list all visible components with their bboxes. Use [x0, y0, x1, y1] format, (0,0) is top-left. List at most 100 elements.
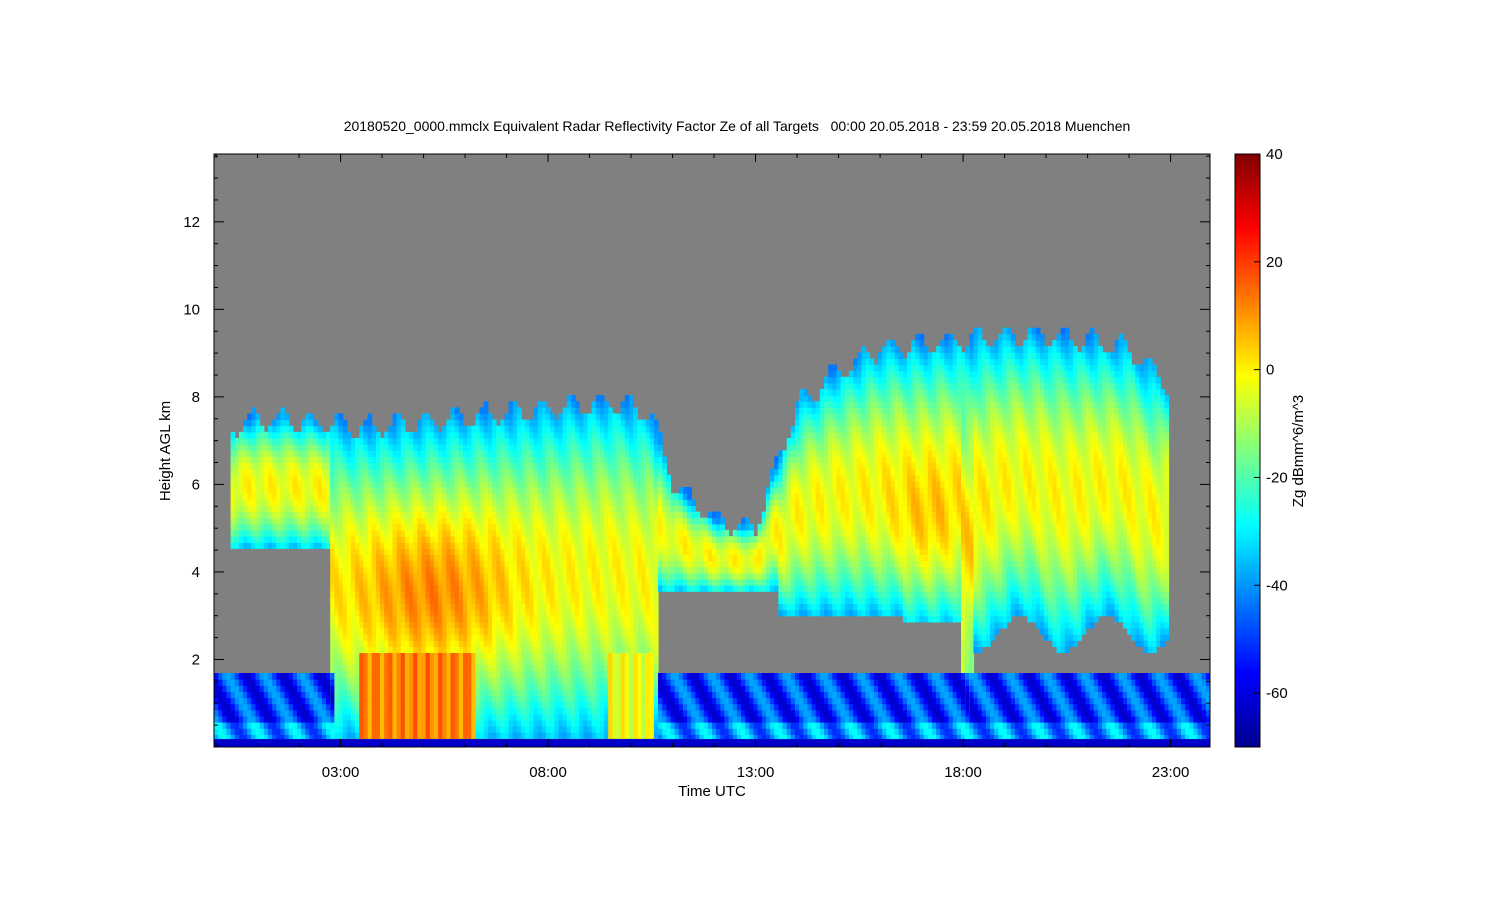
heatmap-cell	[604, 640, 609, 647]
heatmap-cell	[355, 689, 360, 696]
heatmap-cell	[259, 673, 265, 680]
heatmap-cell	[649, 677, 655, 684]
heatmap-cell	[616, 480, 622, 488]
heatmap-cell	[442, 609, 447, 617]
heatmap-cell	[529, 621, 535, 629]
heatmap-cell	[641, 603, 647, 611]
heatmap-cell	[330, 487, 335, 494]
heatmap-cell	[516, 701, 522, 709]
heatmap-cell	[629, 413, 634, 421]
heatmap-cell	[641, 652, 647, 660]
heatmap-cell	[653, 542, 659, 549]
heatmap-cell	[247, 462, 252, 470]
heatmap-cell	[280, 715, 286, 723]
heatmap-cell	[384, 634, 389, 641]
heatmap-cell	[321, 679, 327, 686]
heatmap-cell	[566, 536, 572, 543]
heatmap-cell	[516, 444, 522, 451]
heatmap-cell	[425, 529, 431, 537]
heatmap-cell	[500, 425, 505, 433]
heatmap-cell	[259, 728, 265, 735]
heatmap-cell	[533, 456, 539, 464]
heatmap-cell	[496, 591, 501, 598]
heatmap-cell	[433, 548, 439, 555]
heatmap-cell	[566, 591, 572, 598]
heatmap-cell	[243, 673, 248, 680]
heatmap-cell	[251, 474, 257, 482]
heatmap-cell	[429, 456, 435, 464]
heatmap-cell	[604, 560, 609, 568]
heatmap-cell	[475, 597, 481, 604]
heatmap-cell	[525, 560, 530, 568]
heatmap-cell	[433, 707, 439, 715]
heatmap-cell	[421, 726, 427, 733]
heatmap-cell	[521, 438, 526, 445]
heatmap-cell	[579, 572, 584, 580]
heatmap-cell	[608, 603, 613, 611]
heatmap-cell	[529, 450, 535, 457]
heatmap-cell	[554, 695, 559, 703]
heatmap-cell	[508, 646, 514, 653]
heatmap-cell	[645, 425, 651, 433]
heatmap-cell	[259, 536, 265, 543]
heatmap-cell	[450, 664, 456, 672]
heatmap-cell	[280, 474, 286, 482]
heatmap-cell	[467, 560, 472, 568]
heatmap-cell	[604, 456, 609, 464]
heatmap-cell	[587, 603, 593, 611]
heatmap-cell	[243, 523, 248, 531]
heatmap-cell	[396, 511, 402, 519]
heatmap-cell	[388, 468, 393, 476]
heatmap-cell	[280, 709, 286, 717]
heatmap-cell	[251, 691, 257, 699]
heatmap-cell	[326, 499, 331, 506]
heatmap-cell	[421, 609, 427, 617]
heatmap-cell	[413, 689, 418, 696]
heatmap-cell	[351, 444, 356, 451]
heatmap-cell	[508, 444, 514, 451]
heatmap-cell	[504, 652, 510, 660]
heatmap-cell	[243, 691, 248, 699]
heatmap-cell	[400, 646, 406, 653]
heatmap-cell	[637, 560, 642, 568]
heatmap-cell	[404, 529, 410, 537]
heatmap-cell	[404, 523, 410, 531]
heatmap-cell	[604, 566, 609, 574]
heatmap-cell	[633, 438, 638, 445]
radar-reflectivity-chart: 20180520_0000.mmclx Equivalent Radar Ref…	[157, 118, 1307, 800]
heatmap-cell	[521, 634, 526, 641]
heatmap-cell	[396, 554, 402, 562]
heatmap-cell	[537, 450, 543, 457]
heatmap-cell	[541, 701, 547, 709]
heatmap-cell	[533, 615, 539, 623]
heatmap-cell	[263, 456, 269, 464]
heatmap-cell	[284, 542, 290, 549]
heatmap-cell	[400, 726, 406, 733]
heatmap-cell	[604, 401, 609, 408]
heatmap-cell	[562, 499, 568, 506]
heatmap-cell	[595, 487, 601, 494]
heatmap-cell	[483, 695, 489, 703]
heatmap-cell	[541, 597, 547, 604]
heatmap-cell	[500, 695, 505, 703]
heatmap-cell	[496, 542, 501, 549]
heatmap-cell	[500, 554, 505, 562]
heatmap-cell	[616, 689, 622, 696]
heatmap-cell	[575, 615, 580, 623]
heatmap-cell	[371, 603, 377, 611]
heatmap-cell	[558, 572, 564, 580]
heatmap-cell	[367, 621, 373, 629]
heatmap-cell	[475, 578, 481, 586]
heatmap-cell	[492, 419, 497, 427]
heatmap-cell	[351, 652, 356, 660]
heatmap-cell	[334, 438, 340, 445]
heatmap-cell	[433, 450, 439, 457]
heatmap-cell	[421, 664, 427, 672]
heatmap-cell	[409, 585, 414, 592]
heatmap-cell	[384, 646, 389, 653]
heatmap-cell	[425, 726, 431, 733]
heatmap-cell	[400, 487, 406, 494]
heatmap-cell	[421, 456, 427, 464]
heatmap-cell	[575, 511, 580, 519]
heatmap-cell	[566, 462, 572, 470]
